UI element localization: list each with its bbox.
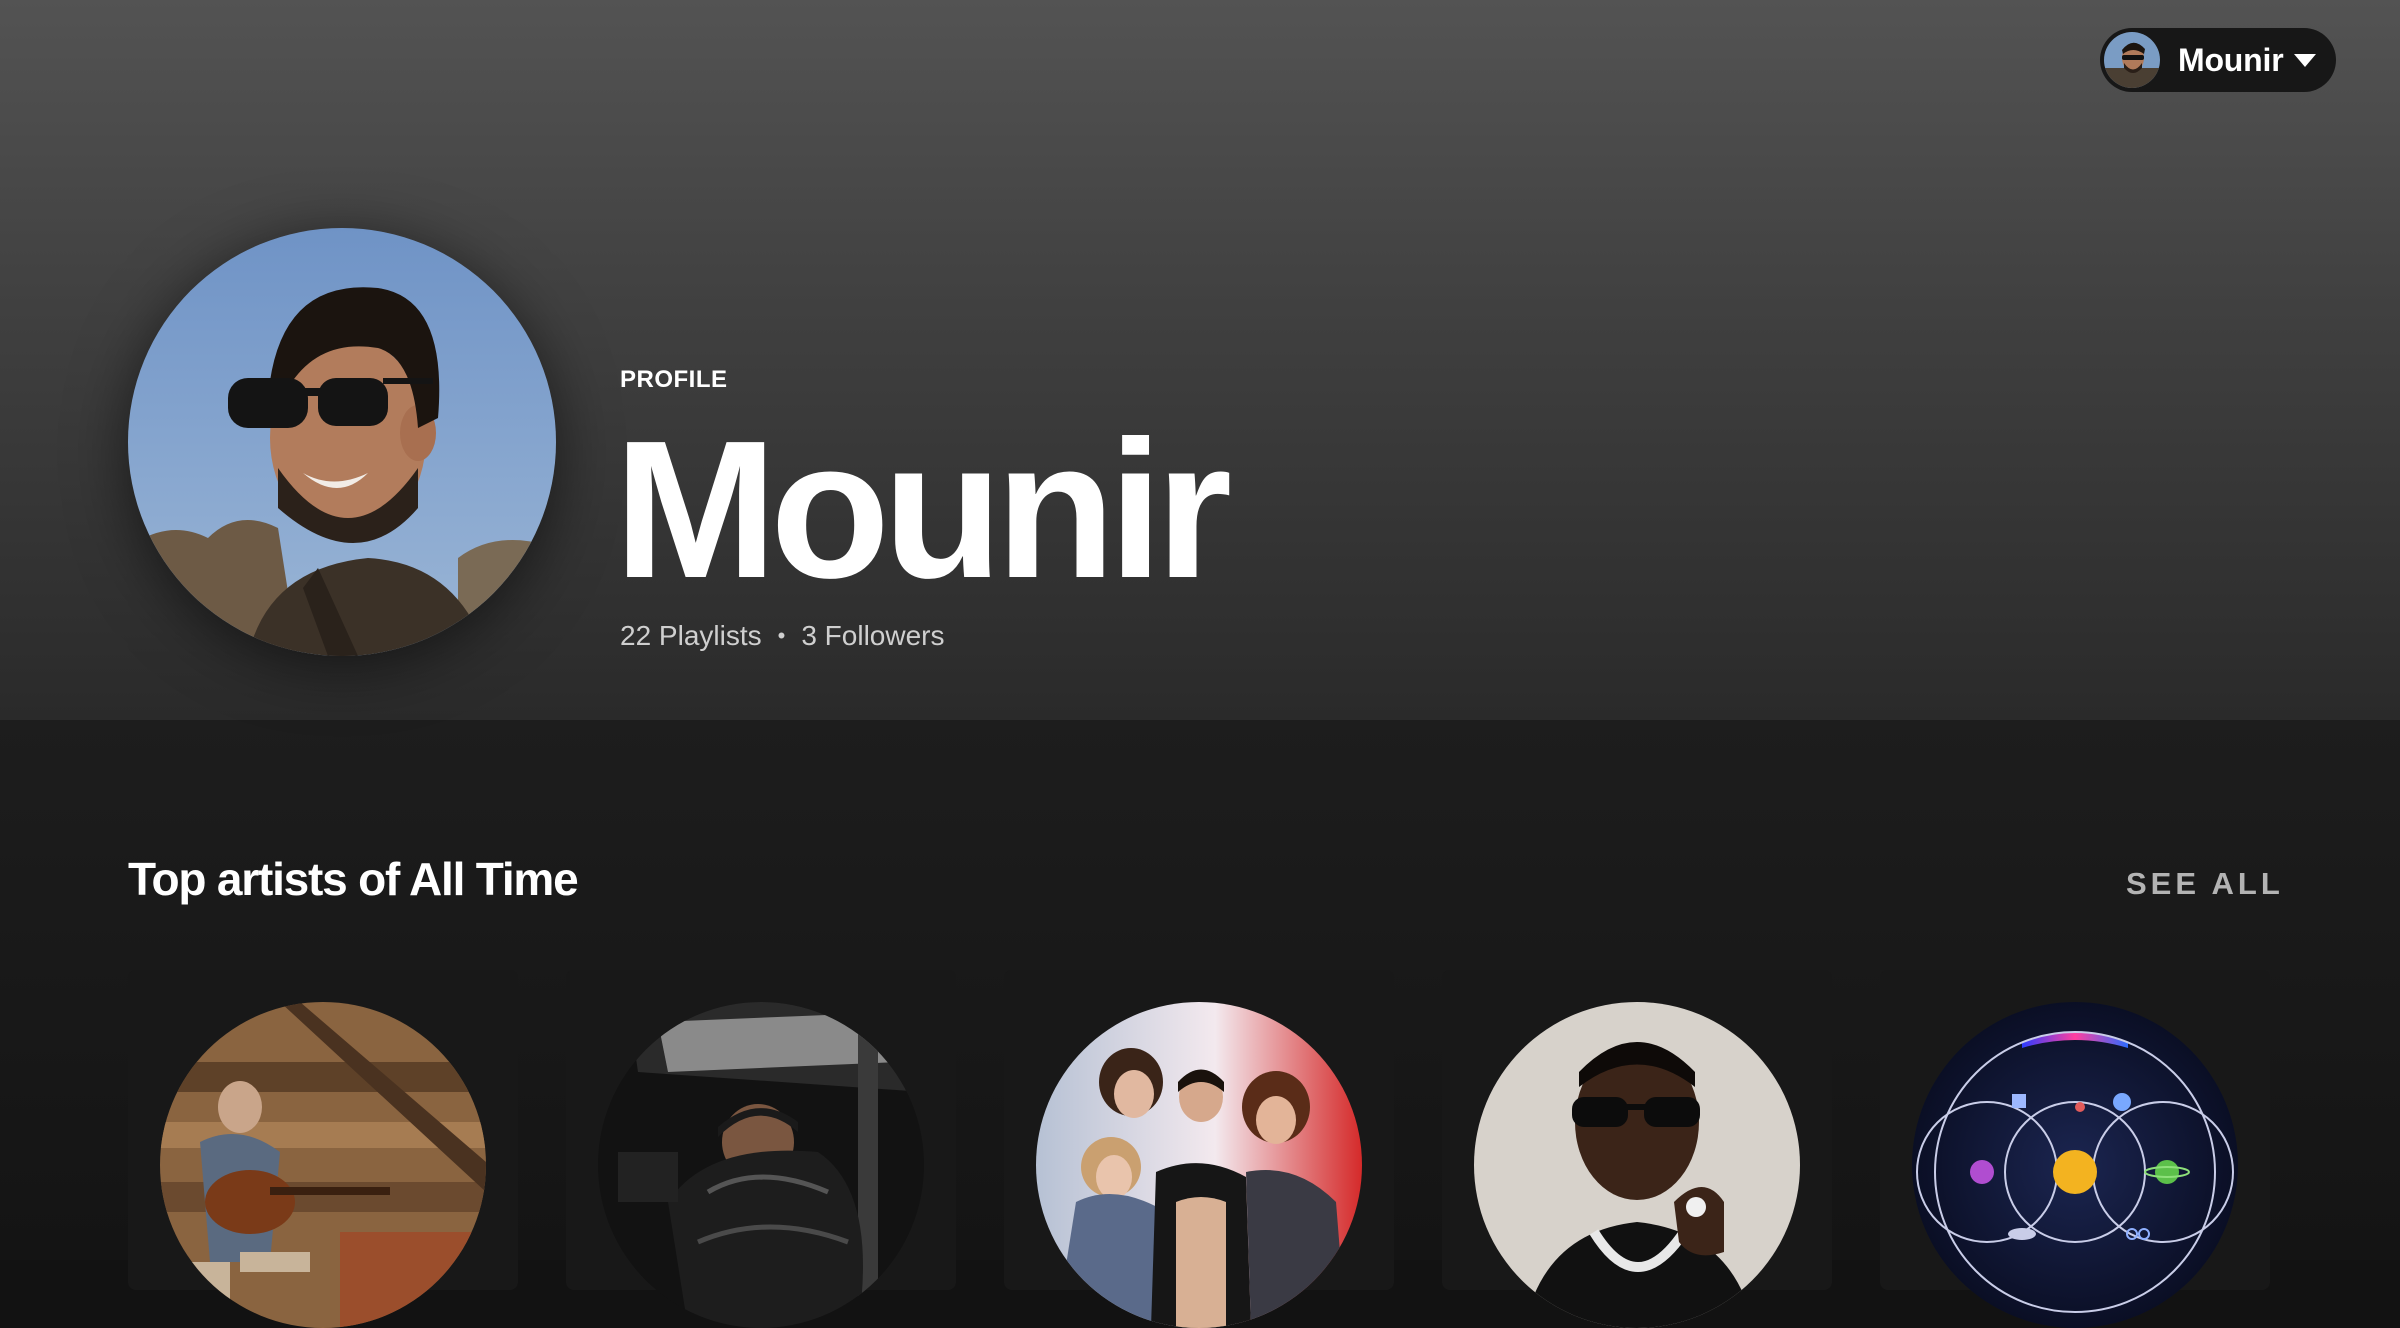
artist-card[interactable]: [566, 970, 956, 1328]
profile-type-label: PROFILE: [620, 366, 728, 393]
artist-image: [1474, 1002, 1800, 1328]
profile-avatar[interactable]: [128, 228, 556, 656]
artist-cards-row: [128, 970, 2272, 1328]
artist-card[interactable]: [1880, 970, 2270, 1328]
stats-separator: •: [777, 623, 786, 648]
artist-card[interactable]: [1004, 970, 1394, 1328]
user-menu-name: Mounir: [2178, 41, 2284, 78]
artist-card[interactable]: [1442, 970, 1832, 1328]
profile-name: Mounir: [614, 400, 1232, 619]
see-all-link[interactable]: SEE ALL: [2126, 866, 2284, 902]
profile-stats: 22 Playlists • 3 Followers: [620, 620, 945, 652]
artist-image: [1036, 1002, 1362, 1328]
playlists-count-link[interactable]: 22 Playlists: [620, 620, 762, 652]
artist-image: [1912, 1002, 2238, 1328]
caret-down-icon: [2294, 53, 2316, 67]
followers-count-link[interactable]: 3 Followers: [801, 620, 944, 652]
artist-image: [160, 1002, 486, 1328]
artist-card[interactable]: [128, 970, 518, 1328]
section-title: Top artists of All Time: [128, 853, 579, 905]
user-avatar-icon: [2104, 32, 2160, 88]
user-menu-button[interactable]: Mounir: [2100, 28, 2336, 92]
artist-image: [598, 1002, 924, 1328]
